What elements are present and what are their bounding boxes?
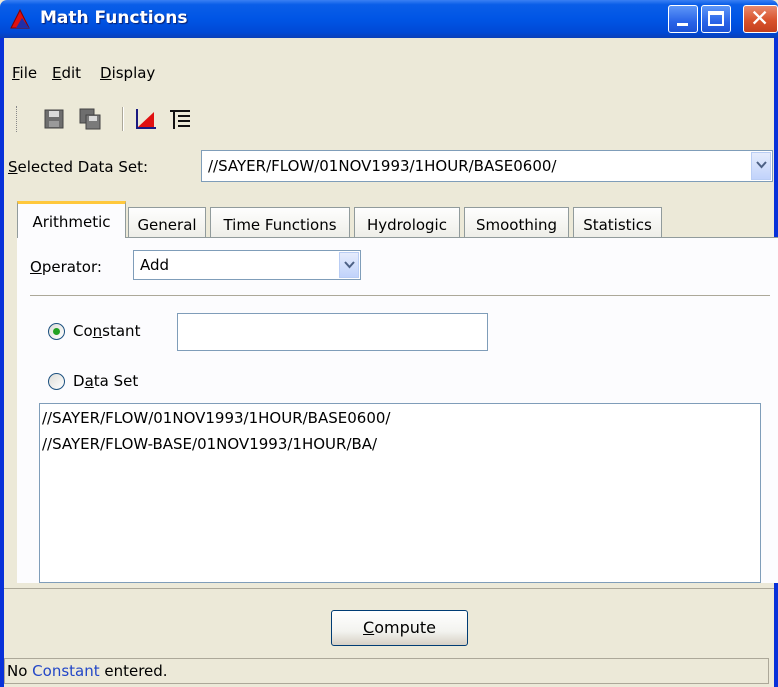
compute-button[interactable]: Compute — [331, 610, 468, 646]
minimize-icon — [677, 23, 688, 26]
constant-radio[interactable] — [48, 323, 65, 340]
window-title: Math Functions — [40, 8, 188, 28]
selected-data-set-combo[interactable]: //SAYER/FLOW/01NOV1993/1HOUR/BASE0600/ — [201, 150, 773, 182]
table-icon[interactable] — [168, 107, 192, 131]
menu-edit[interactable]: Edit — [52, 64, 81, 82]
menu-display[interactable]: Display — [100, 64, 155, 82]
save-all-icon[interactable] — [78, 107, 102, 131]
tab-hydrologic[interactable]: Hydrologic — [354, 207, 460, 237]
radio-selected-dot — [53, 328, 60, 335]
tab-time-functions[interactable]: Time Functions — [210, 207, 350, 237]
toolbar-separator — [122, 107, 124, 131]
toolbar — [4, 104, 774, 134]
bottom-separator — [4, 588, 774, 589]
divider — [30, 295, 770, 296]
red-triangle-app-icon — [10, 8, 30, 29]
status-bar: No Constant entered. — [4, 658, 769, 684]
list-item[interactable]: //SAYER/FLOW-BASE/01NOV1993/1HOUR/BA/ — [42, 435, 377, 453]
status-message: No Constant entered. — [7, 662, 168, 680]
operator-dropdown-button[interactable] — [339, 252, 359, 278]
window-frame-left — [0, 38, 4, 687]
save-icon[interactable] — [42, 107, 66, 131]
data-set-radio-label[interactable]: Data Set — [73, 372, 138, 390]
toolbar-grip[interactable] — [16, 106, 20, 132]
operator-combo[interactable]: Add — [133, 250, 361, 280]
data-set-list[interactable]: //SAYER/FLOW/01NOV1993/1HOUR/BASE0600/ /… — [39, 403, 761, 583]
maximize-button[interactable] — [701, 5, 731, 33]
constant-radio-label[interactable]: Constant — [73, 322, 140, 340]
math-functions-window: Math Functions ✕ File Edit Display Selec… — [0, 0, 778, 687]
title-bar[interactable]: Math Functions ✕ — [0, 0, 778, 38]
selected-data-set-value: //SAYER/FLOW/01NOV1993/1HOUR/BASE0600/ — [208, 157, 557, 175]
tab-smoothing[interactable]: Smoothing — [464, 207, 569, 237]
minimize-button[interactable] — [668, 5, 698, 33]
maximize-icon — [708, 11, 724, 26]
close-button[interactable]: ✕ — [743, 5, 778, 33]
selected-data-set-label: Selected Data Set: — [8, 158, 149, 176]
tab-general[interactable]: General — [128, 207, 206, 237]
tab-arithmetic[interactable]: Arithmetic — [17, 201, 126, 238]
operator-value: Add — [140, 256, 170, 274]
chevron-down-icon — [344, 261, 355, 269]
dropdown-button[interactable] — [751, 152, 771, 180]
plot-icon[interactable] — [134, 107, 158, 131]
constant-input[interactable] — [177, 313, 488, 351]
operator-label: Operator: — [30, 258, 102, 276]
data-set-radio[interactable] — [48, 373, 65, 390]
chevron-down-icon — [756, 161, 767, 169]
close-icon: ✕ — [750, 6, 770, 32]
menu-file[interactable]: File — [12, 64, 37, 82]
list-item[interactable]: //SAYER/FLOW/01NOV1993/1HOUR/BASE0600/ — [42, 409, 390, 427]
tab-statistics[interactable]: Statistics — [573, 207, 662, 237]
